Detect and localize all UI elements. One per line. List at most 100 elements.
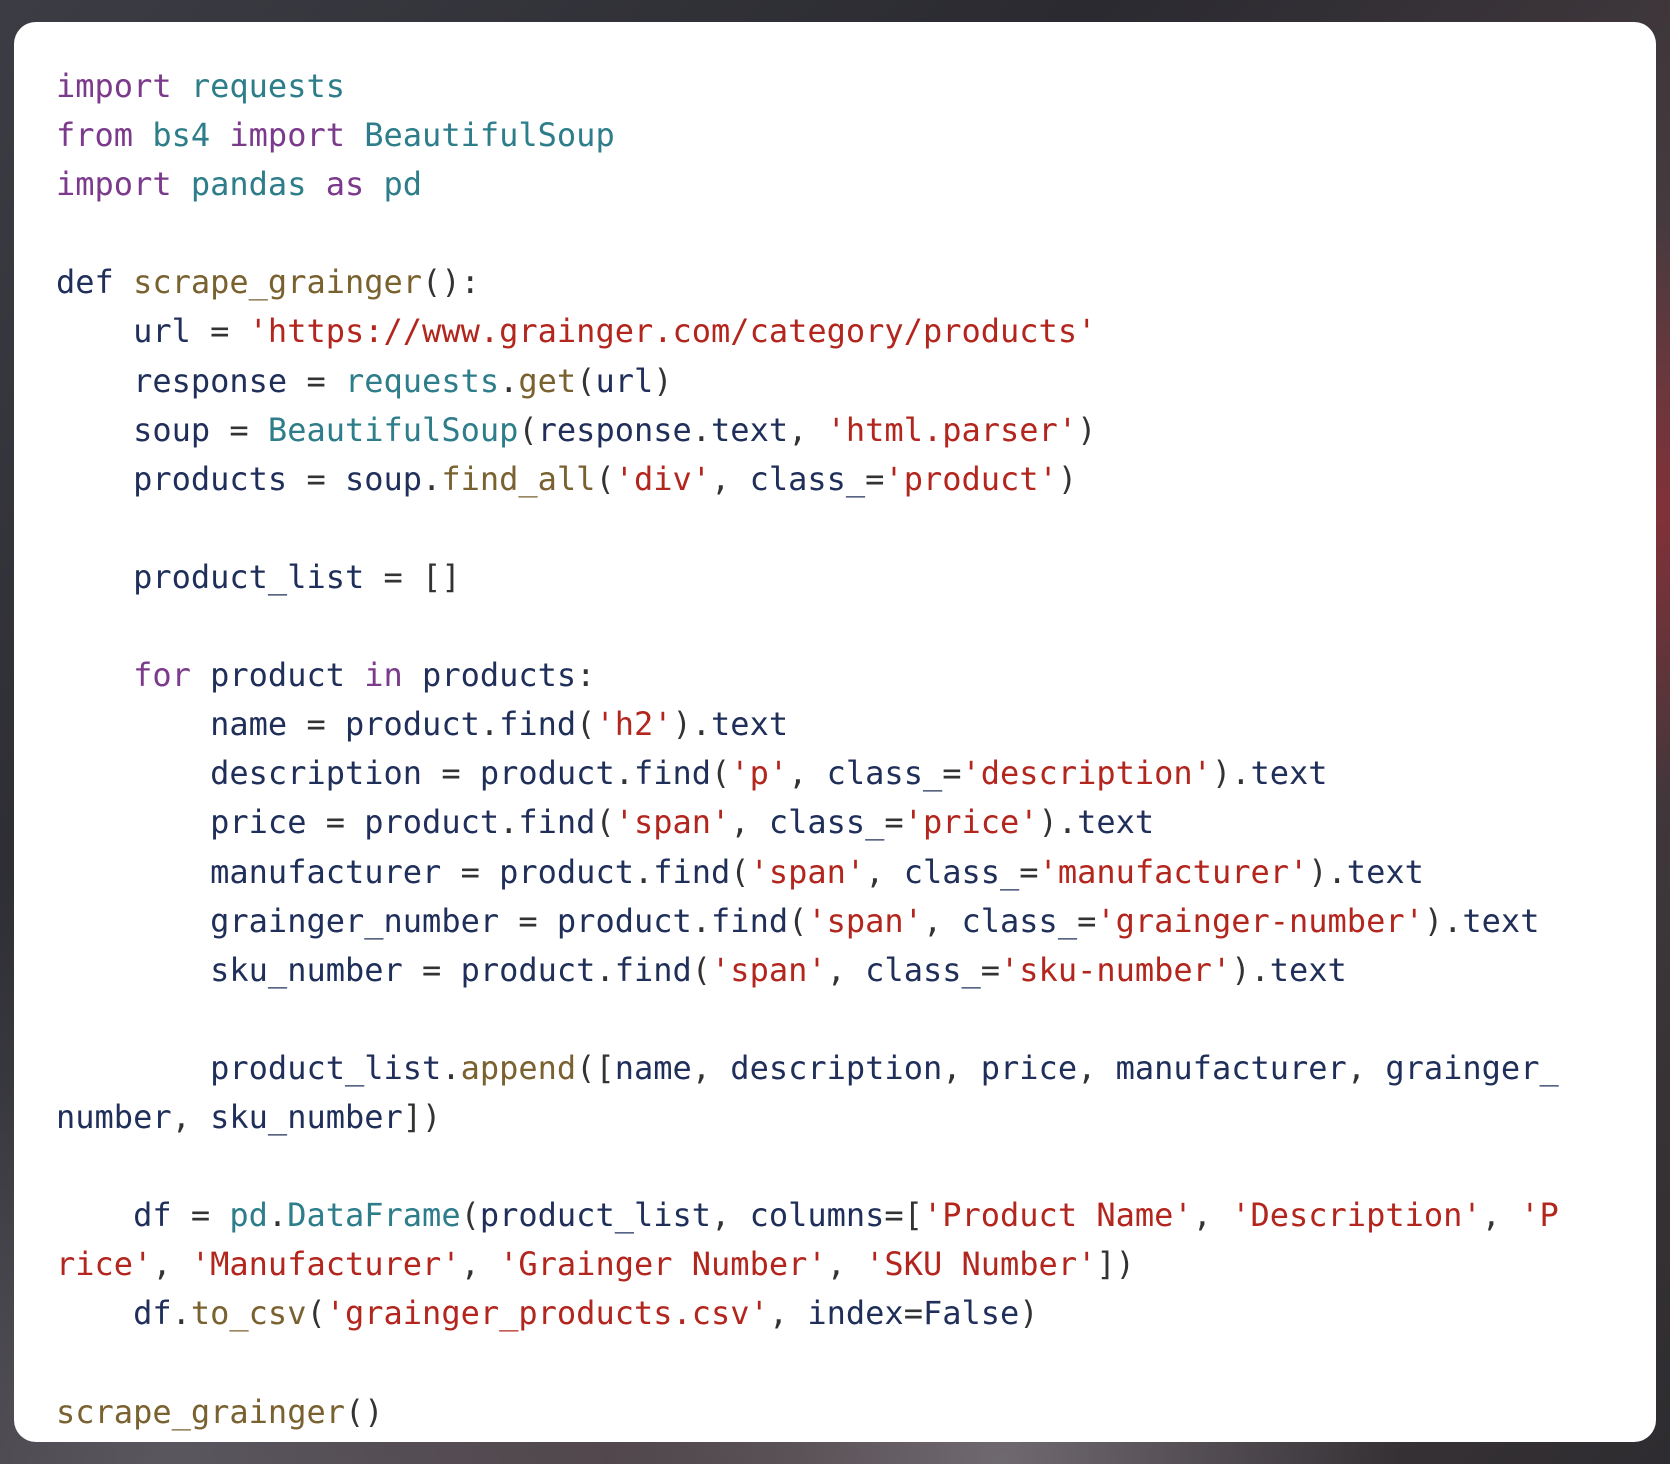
code-token: (	[730, 852, 750, 891]
code-token: find	[614, 950, 692, 989]
code-token: append	[460, 1048, 577, 1087]
code-token: (	[576, 361, 596, 400]
code-token: product	[460, 950, 596, 989]
code-token: class_	[865, 950, 981, 989]
code-token: ,	[711, 459, 750, 498]
code-token: 'span'	[749, 852, 866, 891]
code-line: number, sku_number])	[56, 1093, 1616, 1142]
code-line: rice', 'Manufacturer', 'Grainger Number'…	[56, 1240, 1616, 1289]
code-token: .	[422, 459, 442, 498]
code-token: =	[402, 950, 461, 989]
code-token: (	[595, 803, 615, 842]
code-token: (	[595, 459, 615, 498]
code-token: class_	[903, 852, 1020, 891]
code-token: (	[576, 705, 596, 744]
code-token: ,	[1077, 1048, 1116, 1087]
code-line: response = requests.get(url)	[56, 357, 1616, 406]
code-token: product	[499, 852, 634, 891]
code-token: (	[518, 410, 538, 449]
code-token: find	[653, 852, 731, 891]
code-token: ,	[826, 950, 866, 989]
code-line: for product in products:	[56, 651, 1616, 700]
code-token: class_	[768, 803, 885, 842]
code-token: find	[711, 901, 789, 940]
code-token: =	[171, 1196, 230, 1235]
code-token: .	[267, 1196, 288, 1235]
code-token: DataFrame	[287, 1196, 461, 1235]
code-token: import	[56, 67, 172, 105]
code-token: )	[1019, 1294, 1039, 1333]
code-line: price = product.find('span', class_='pri…	[56, 798, 1616, 847]
code-token: text	[711, 705, 789, 744]
code-token: ,	[1346, 1048, 1386, 1087]
code-token: bs4	[152, 116, 211, 155]
code-token: response	[537, 410, 692, 449]
code-token: (	[788, 901, 808, 940]
code-token: price	[56, 803, 307, 842]
code-token: get	[518, 361, 577, 400]
code-token: 'P	[1520, 1196, 1559, 1235]
code-token: number	[56, 1097, 172, 1136]
code-token: price	[980, 1048, 1078, 1087]
code-token: .	[171, 1294, 191, 1333]
code-token: 'html.parser'	[826, 410, 1078, 449]
code-token: =	[1077, 901, 1097, 940]
code-token: pd	[229, 1196, 268, 1235]
code-token: ,	[768, 1294, 808, 1333]
code-token: requests	[344, 361, 500, 400]
code-token: find	[518, 803, 596, 842]
code-token: 'Manufacturer'	[190, 1245, 461, 1284]
code-token: 'Description'	[1231, 1196, 1482, 1235]
code-token: BeautifulSoup	[364, 116, 615, 155]
code-token: 'Product Name'	[922, 1196, 1193, 1235]
code-token: .	[595, 950, 615, 989]
code-token: product_list	[479, 1196, 712, 1235]
code-token: =	[441, 852, 500, 891]
code-token: as	[325, 165, 365, 204]
code-token: .	[691, 901, 712, 940]
code-token: 'SKU Number'	[865, 1245, 1097, 1284]
code-token: text	[1269, 950, 1347, 989]
code-line: from bs4 import BeautifulSoup	[56, 111, 1616, 160]
code-token: =	[1019, 852, 1039, 891]
code-token: columns	[749, 1196, 885, 1235]
code-token: .	[499, 361, 519, 400]
code-token: 'grainger-number'	[1096, 901, 1424, 940]
code-block: import requests from bs4 import Beautiful…	[56, 62, 1616, 1437]
code-line: soup = BeautifulSoup(response.text, 'htm…	[56, 406, 1616, 455]
code-token: name	[614, 1048, 692, 1087]
code-token: ,	[865, 852, 904, 891]
code-token: 'price'	[903, 803, 1039, 842]
code-token: scrape_grainger	[56, 1392, 345, 1431]
code-token: 'grainger_products.csv'	[325, 1294, 769, 1333]
code-token: class_	[961, 901, 1078, 940]
code-token: url	[595, 361, 654, 400]
code-token: ,	[460, 1245, 500, 1284]
code-line: product_list.append([name, description, …	[56, 1044, 1616, 1093]
code-token: grainger_	[1385, 1048, 1559, 1087]
code-token: ():	[422, 263, 480, 302]
code-token: ])	[1096, 1245, 1135, 1284]
code-token: soup	[344, 459, 423, 498]
code-token: soup	[56, 410, 211, 449]
code-token: in	[364, 656, 403, 695]
code-token: product	[556, 901, 692, 940]
code-line: df = pd.DataFrame(product_list, columns=…	[56, 1191, 1616, 1240]
code-token: product	[344, 705, 480, 744]
code-token: ,	[788, 410, 827, 449]
code-token: ).	[1308, 852, 1347, 891]
code-token: 'p'	[730, 754, 789, 793]
code-token: text	[1462, 901, 1540, 940]
code-line: manufacturer = product.find('span', clas…	[56, 848, 1616, 897]
code-token: ,	[691, 1048, 731, 1087]
code-token: def	[56, 263, 114, 302]
